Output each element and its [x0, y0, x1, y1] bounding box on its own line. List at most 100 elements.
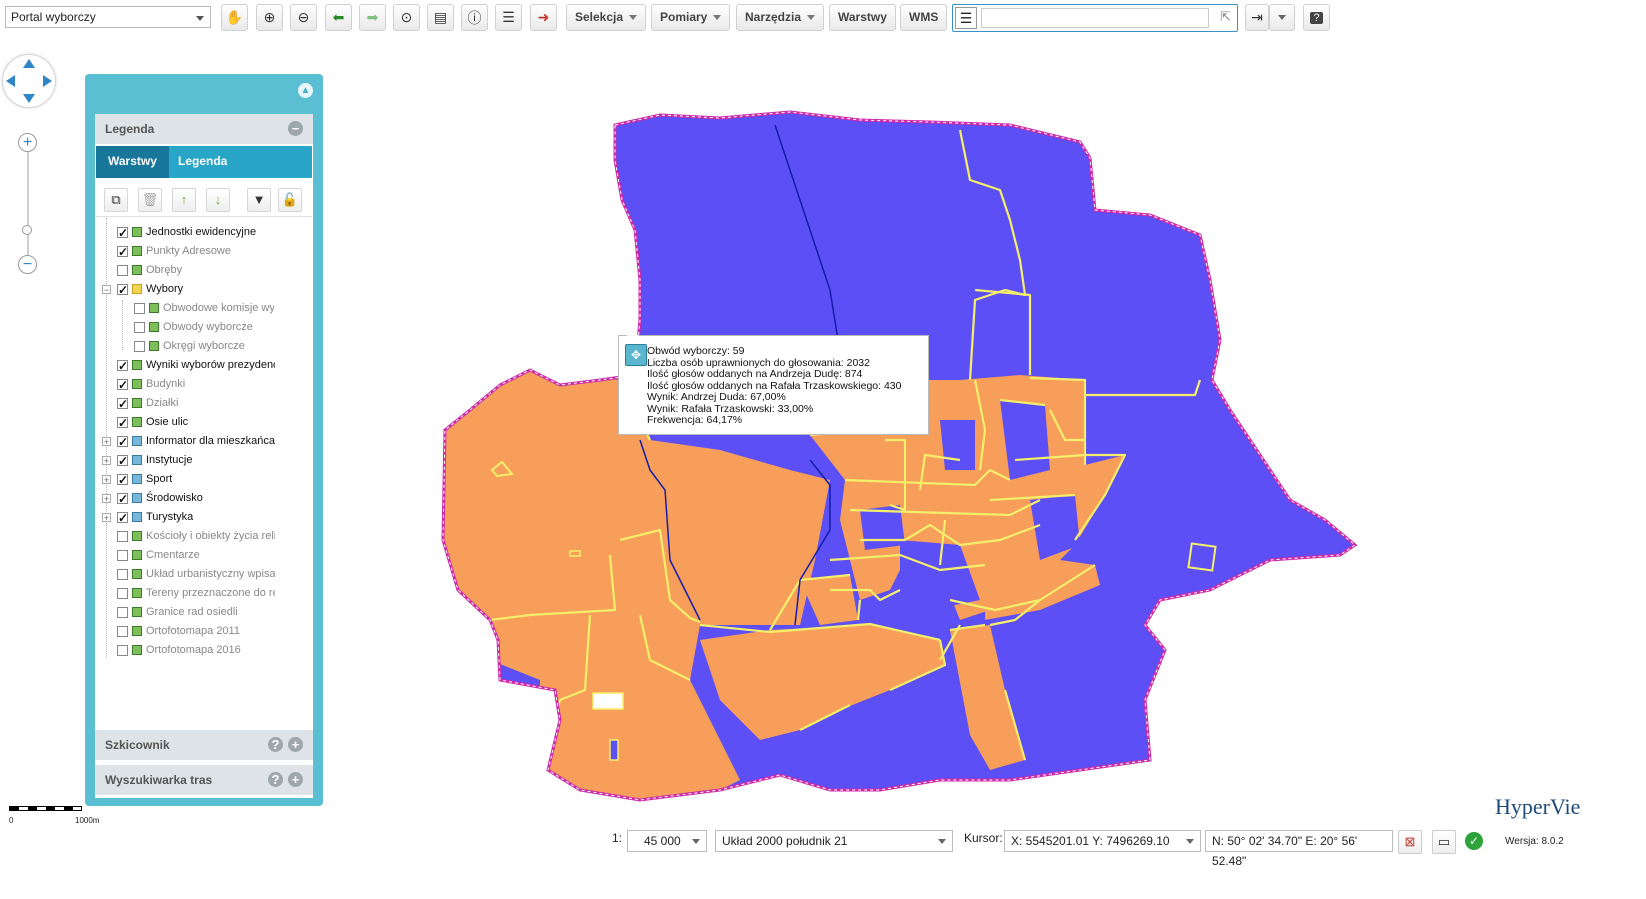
layer-group[interactable]: Wybory: [117, 280, 183, 299]
info-button[interactable]: ⓘ: [461, 4, 488, 31]
tab-legend[interactable]: Legenda: [166, 146, 239, 178]
layer-item[interactable]: Jednostki ewidencyjne: [117, 223, 256, 242]
crs-select[interactable]: Układ 2000 południk 21: [715, 830, 953, 852]
expand-node-icon[interactable]: +: [102, 437, 111, 447]
expand-node-icon[interactable]: +: [102, 475, 111, 485]
layer-checkbox[interactable]: [117, 452, 128, 470]
pan-right-icon[interactable]: [43, 75, 52, 87]
menu-pomiary[interactable]: Pomiary: [651, 4, 731, 31]
add-layer-button[interactable]: ⧉: [104, 188, 128, 212]
messages-button[interactable]: ▭: [1432, 830, 1456, 854]
plus-circle-icon[interactable]: +: [288, 737, 303, 752]
layer-checkbox[interactable]: [117, 549, 128, 561]
menu-narzedzia[interactable]: Narzędzia: [736, 4, 825, 31]
layer-checkbox[interactable]: [134, 302, 145, 314]
layer-item[interactable]: Układ urbanistyczny wpisa: [117, 565, 275, 584]
layer-checkbox[interactable]: [117, 281, 128, 299]
filter-button[interactable]: ▼: [247, 188, 271, 212]
help-circle-icon[interactable]: ?: [268, 772, 283, 787]
layer-item[interactable]: Cmentarze: [117, 546, 200, 565]
pan-hand-button[interactable]: ✋: [221, 4, 248, 31]
cursor-toggle-button[interactable]: ⊠: [1398, 830, 1422, 854]
back-button[interactable]: ⬅: [325, 4, 352, 31]
zoom-plus-button[interactable]: +: [18, 133, 37, 152]
help-circle-icon[interactable]: ?: [268, 737, 283, 752]
layer-item[interactable]: Ortofotomapa 2016: [117, 641, 241, 660]
expand-node-icon[interactable]: +: [102, 513, 111, 523]
layer-item[interactable]: Budynki: [117, 375, 185, 394]
layer-item[interactable]: Granice rad osiedli: [117, 603, 238, 622]
layer-group[interactable]: Środowisko: [117, 489, 203, 508]
pan-up-icon[interactable]: [23, 59, 35, 68]
layer-checkbox[interactable]: [117, 243, 128, 261]
plus-circle-icon[interactable]: +: [288, 772, 303, 787]
tab-layers[interactable]: Warstwy: [96, 146, 169, 178]
layer-item[interactable]: Obwody wyborcze: [134, 318, 253, 337]
search-input[interactable]: [981, 8, 1209, 28]
layer-checkbox[interactable]: [117, 357, 128, 375]
expand-node-icon[interactable]: +: [102, 494, 111, 504]
pan-control[interactable]: [2, 54, 56, 108]
layer-item[interactable]: Okręgi wyborcze: [134, 337, 245, 356]
layer-item[interactable]: Ortofotomapa 2011: [117, 622, 240, 641]
zoom-slider-handle[interactable]: [22, 225, 32, 235]
zoom-in-button[interactable]: ⊕: [256, 4, 283, 31]
layer-checkbox[interactable]: [117, 509, 128, 527]
layer-checkbox[interactable]: [117, 471, 128, 489]
login-dropdown-button[interactable]: [1269, 4, 1295, 31]
layer-checkbox[interactable]: [134, 340, 145, 352]
lock-button[interactable]: 🔓: [278, 188, 302, 212]
move-up-button[interactable]: ↑: [172, 188, 196, 212]
layer-group[interactable]: Turystyka: [117, 508, 193, 527]
print-button[interactable]: ▤: [427, 4, 454, 31]
layer-checkbox[interactable]: [117, 490, 128, 508]
export-icon[interactable]: ⇱: [1220, 9, 1231, 25]
collapse-node-icon[interactable]: −: [102, 285, 111, 295]
layer-item[interactable]: Działki: [117, 394, 178, 413]
hamburger-menu-icon[interactable]: ☰: [955, 7, 977, 29]
layer-item[interactable]: Wyniki wyborów prezydenc: [117, 356, 275, 375]
layer-checkbox[interactable]: [117, 224, 128, 242]
layer-checkbox[interactable]: [117, 376, 128, 394]
pan-down-icon[interactable]: [23, 94, 35, 103]
login-button[interactable]: ⇥: [1245, 4, 1269, 31]
cursor-xy-select[interactable]: X: 5545201.01 Y: 7496269.10: [1004, 830, 1201, 852]
layer-group[interactable]: Informator dla mieszkańca: [117, 432, 275, 451]
pan-left-icon[interactable]: [6, 75, 15, 87]
scale-select[interactable]: 45 000: [627, 830, 707, 852]
layer-item[interactable]: Tereny przeznaczone do re: [117, 584, 275, 603]
layer-group[interactable]: Instytucje: [117, 451, 192, 470]
layer-checkbox[interactable]: [117, 587, 128, 599]
layer-checkbox[interactable]: [134, 321, 145, 333]
forward-button[interactable]: ➡: [359, 4, 386, 31]
move-down-button[interactable]: ↓: [206, 188, 230, 212]
layer-item[interactable]: Osie ulic: [117, 413, 188, 432]
layer-checkbox[interactable]: [117, 414, 128, 432]
layer-item[interactable]: Punkty Adresowe: [117, 242, 231, 261]
zoom-out-button[interactable]: ⊖: [290, 4, 317, 31]
layer-checkbox[interactable]: [117, 264, 128, 276]
layer-checkbox[interactable]: [117, 625, 128, 637]
zoom-slider-track[interactable]: [27, 150, 29, 258]
zoom-extent-button[interactable]: ⊙: [393, 4, 420, 31]
help-button[interactable]: ?: [1303, 4, 1330, 31]
portal-select[interactable]: Portal wyborczy: [5, 6, 211, 28]
delete-layer-button[interactable]: 🗑: [138, 188, 162, 212]
layer-item[interactable]: Obręby: [117, 261, 182, 280]
zoom-minus-button[interactable]: −: [18, 255, 37, 274]
layer-checkbox[interactable]: [117, 433, 128, 451]
layer-checkbox[interactable]: [117, 395, 128, 413]
layers-button[interactable]: Warstwy: [829, 4, 896, 31]
move-icon[interactable]: ✥: [625, 344, 647, 366]
wms-button[interactable]: WMS: [900, 4, 948, 31]
layer-checkbox[interactable]: [117, 568, 128, 580]
legend-section-header[interactable]: Legenda −: [95, 114, 313, 144]
expand-node-icon[interactable]: +: [102, 456, 111, 466]
collapse-panel-icon[interactable]: ▲: [298, 83, 313, 98]
layer-checkbox[interactable]: [117, 644, 128, 656]
minus-circle-icon[interactable]: −: [288, 121, 303, 136]
table-button[interactable]: ☰: [495, 4, 522, 31]
routes-section-header[interactable]: Wyszukiwarka tras ? +: [95, 765, 313, 795]
layer-checkbox[interactable]: [117, 530, 128, 542]
layer-item[interactable]: Obwodowe komisje wyb: [134, 299, 274, 318]
